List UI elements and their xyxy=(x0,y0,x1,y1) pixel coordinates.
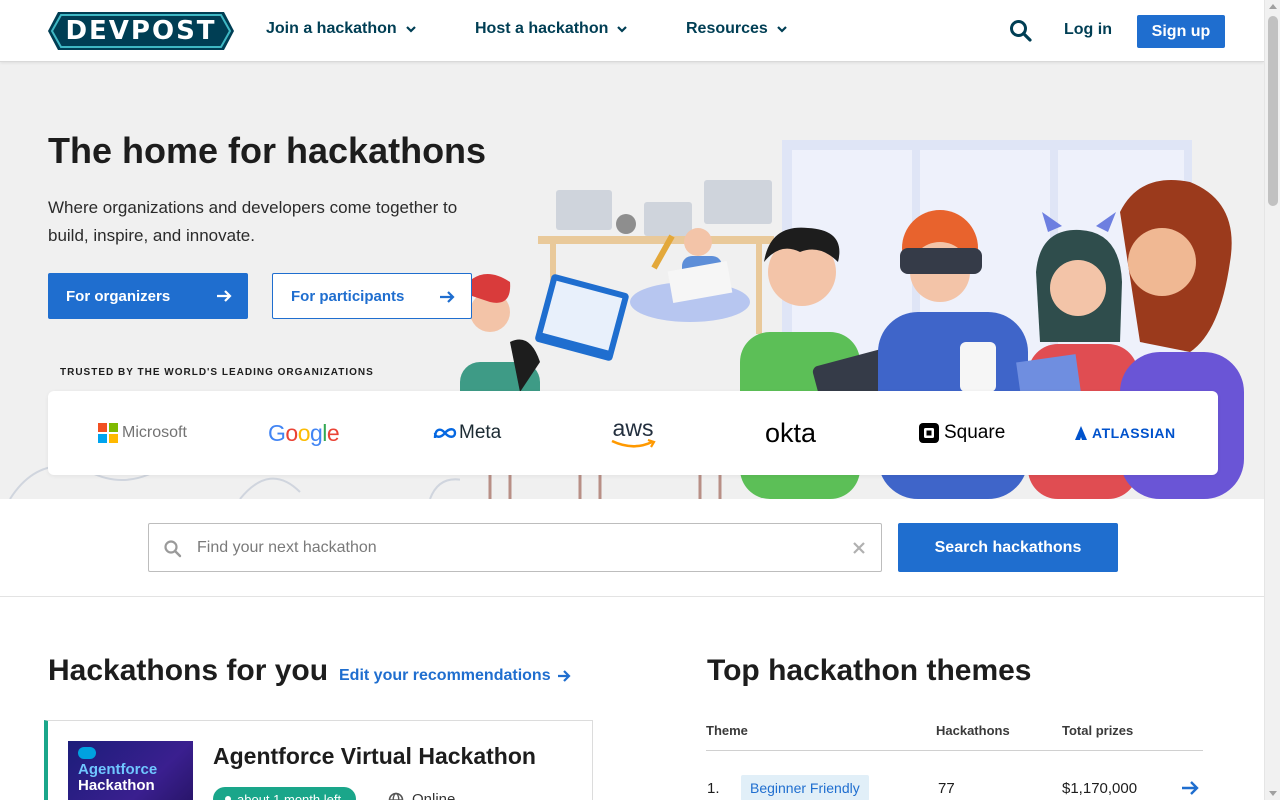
hero-section: The home for hackathons Where organizati… xyxy=(0,62,1264,499)
aws-smile-icon xyxy=(611,439,656,448)
meta-logo: Meta xyxy=(433,391,501,475)
theme-tag[interactable]: Beginner Friendly xyxy=(741,775,869,800)
search-box xyxy=(148,523,882,572)
signup-button[interactable]: Sign up xyxy=(1137,15,1225,48)
location-label: Online xyxy=(412,791,456,800)
arrow-right-icon xyxy=(217,290,232,302)
page-scrollbar[interactable] xyxy=(1264,0,1280,800)
login-link[interactable]: Log in xyxy=(1064,21,1112,39)
atlassian-icon xyxy=(1075,426,1087,440)
hackathon-card[interactable]: Agentforce Hackathon Agentforce Virtual … xyxy=(44,720,593,800)
chevron-down-icon xyxy=(777,26,787,33)
hero-subtitle: Where organizations and developers come … xyxy=(48,198,458,245)
clear-icon[interactable] xyxy=(851,540,867,556)
thumbnail-line-2: Hackathon xyxy=(78,777,155,794)
top-themes-title: Top hackathon themes xyxy=(707,654,1032,687)
chevron-down-icon xyxy=(617,26,628,33)
salesforce-cloud-icon xyxy=(78,747,96,759)
thumbnail-line-1: Agentforce xyxy=(78,761,158,778)
google-letter: G xyxy=(268,419,286,446)
status-dot-icon xyxy=(225,796,231,800)
edit-recommendations-link[interactable]: Edit your recommendations xyxy=(339,667,571,685)
column-header-hackathons: Hackathons xyxy=(936,723,1010,738)
nav-join-hackathon-label: Join a hackathon xyxy=(266,20,397,37)
nav-join-hackathon[interactable]: Join a hackathon xyxy=(266,20,417,38)
column-header-total-prizes: Total prizes xyxy=(1062,723,1134,738)
square-wordmark: Square xyxy=(944,422,1006,443)
nav-host-hackathon-label: Host a hackathon xyxy=(475,20,609,37)
atlassian-logo: ATLASSIAN xyxy=(1075,391,1176,475)
time-left-badge: about 1 month left xyxy=(213,787,356,800)
square-logo: Square xyxy=(918,391,1005,475)
square-icon xyxy=(919,423,939,443)
for-participants-label: For participants xyxy=(291,287,405,305)
google-wordmark: Google xyxy=(268,419,340,447)
theme-hackathon-count: 77 xyxy=(938,780,955,797)
google-letter: o xyxy=(285,419,298,446)
google-letter: e xyxy=(326,419,340,446)
microsoft-logo: Microsoft xyxy=(98,391,187,475)
nav-host-hackathon[interactable]: Host a hackathon xyxy=(475,20,628,38)
trusted-by-label: TRUSTED BY THE WORLD'S LEADING ORGANIZAT… xyxy=(60,367,374,378)
chevron-down-icon xyxy=(405,26,416,33)
search-section: Search hackathons xyxy=(0,499,1264,597)
trusted-logos-bar: Microsoft Google Meta aws okta Square AT… xyxy=(48,391,1218,475)
theme-total-prizes: $1,170,000 xyxy=(1062,780,1138,797)
okta-logo: okta xyxy=(765,391,816,475)
meta-wordmark: Meta xyxy=(459,422,502,443)
google-letter: g xyxy=(309,419,323,446)
theme-rank: 1. xyxy=(707,780,720,797)
devpost-logo[interactable]: DEVPOST xyxy=(48,12,234,50)
atlassian-wordmark: ATLASSIAN xyxy=(1092,425,1176,441)
arrow-right-icon xyxy=(557,670,571,682)
nav-resources-label: Resources xyxy=(686,20,768,37)
okta-wordmark: okta xyxy=(765,417,817,448)
column-header-theme: Theme xyxy=(706,723,748,738)
for-participants-button[interactable]: For participants xyxy=(272,273,472,319)
logo-text: DEVPOST xyxy=(65,16,217,46)
google-logo: Google xyxy=(268,391,340,475)
hero-title: The home for hackathons xyxy=(48,130,487,171)
microsoft-wordmark: Microsoft xyxy=(122,424,187,441)
search-icon[interactable] xyxy=(1008,18,1034,44)
meta-infinity-icon xyxy=(433,428,457,439)
edit-recommendations-label: Edit your recommendations xyxy=(339,667,551,684)
arrow-right-icon xyxy=(440,291,455,303)
for-organizers-label: For organizers xyxy=(66,287,171,305)
scroll-up-arrow-icon[interactable] xyxy=(1269,4,1277,9)
aws-wordmark: aws xyxy=(612,415,654,441)
hackathon-thumbnail: Agentforce Hackathon xyxy=(68,741,193,800)
hackathon-title: Agentforce Virtual Hackathon xyxy=(213,743,536,769)
time-left-label: about 1 month left xyxy=(237,791,342,800)
arrow-right-icon[interactable] xyxy=(1181,779,1199,797)
search-icon xyxy=(164,540,182,558)
for-organizers-button[interactable]: For organizers xyxy=(48,273,248,319)
nav-resources[interactable]: Resources xyxy=(686,20,788,38)
aws-logo: aws xyxy=(610,391,656,475)
google-letter: o xyxy=(297,419,311,446)
hackathon-search-input[interactable] xyxy=(197,524,837,571)
table-header-divider xyxy=(706,750,1203,751)
microsoft-squares-icon xyxy=(98,423,118,443)
hackathons-for-you-title: Hackathons for you xyxy=(48,654,329,687)
search-hackathons-button[interactable]: Search hackathons xyxy=(898,523,1118,572)
scroll-down-arrow-icon[interactable] xyxy=(1269,791,1277,796)
globe-icon xyxy=(388,792,404,800)
top-navigation-bar: DEVPOST Join a hackathon Host a hackatho… xyxy=(0,0,1264,62)
hackathon-location: Online xyxy=(388,791,455,800)
scrollbar-thumb[interactable] xyxy=(1268,16,1278,206)
